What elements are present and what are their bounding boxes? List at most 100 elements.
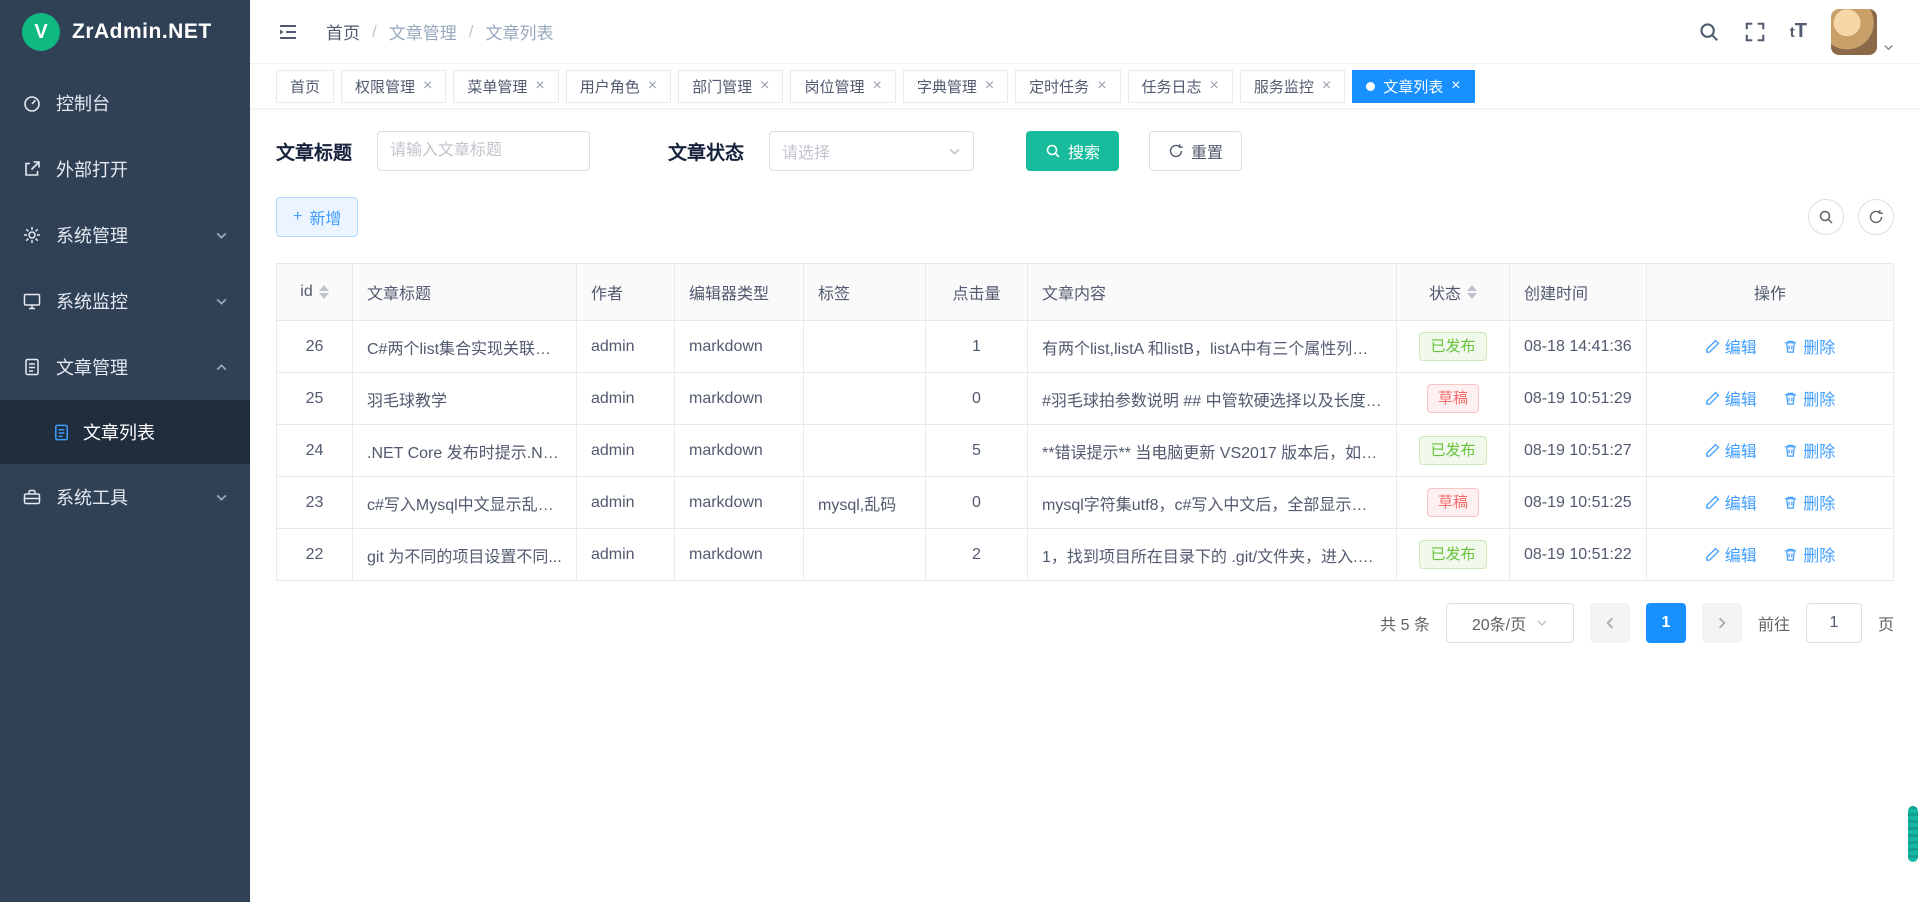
cell-author: admin xyxy=(577,477,675,529)
chevron-down-icon xyxy=(215,491,228,504)
delete-link[interactable]: 删除 xyxy=(1783,542,1835,566)
chevron-up-icon xyxy=(215,361,228,374)
monitor-icon xyxy=(22,291,42,311)
sidebar-menu: 控制台 外部打开 系统管理 系 xyxy=(0,70,250,530)
tab-menu-admin[interactable]: 菜单管理 × xyxy=(453,70,558,103)
toggle-search-icon[interactable] xyxy=(1808,199,1844,235)
sort-icon[interactable] xyxy=(319,285,329,299)
cell-content: 1，找到项目所在目录下的 .git/文件夹，进入.git/... xyxy=(1028,529,1397,581)
col-hits: 点击量 xyxy=(926,264,1028,321)
avatar[interactable] xyxy=(1831,9,1877,55)
delete-link[interactable]: 删除 xyxy=(1783,438,1835,462)
font-size-icon[interactable]: tT xyxy=(1790,20,1807,43)
sidebar-item-system-tools[interactable]: 系统工具 xyxy=(0,464,250,530)
cell-author: admin xyxy=(577,373,675,425)
delete-link[interactable]: 删除 xyxy=(1783,386,1835,410)
goto-page-input[interactable] xyxy=(1806,603,1862,643)
sidebar-item-article-list[interactable]: 文章列表 xyxy=(0,400,250,464)
next-page-button[interactable] xyxy=(1702,603,1742,643)
caret-down-icon xyxy=(1883,42,1894,55)
breadcrumb-home[interactable]: 首页 xyxy=(326,19,360,44)
delete-link[interactable]: 删除 xyxy=(1783,334,1835,358)
cell-tags xyxy=(804,529,926,581)
cell-title: 羽毛球教学 xyxy=(353,373,577,425)
close-icon[interactable]: × xyxy=(1322,78,1331,94)
edit-link[interactable]: 编辑 xyxy=(1705,542,1757,566)
cell-content: 有两个list,listA 和listB，listA中有三个属性列为St... xyxy=(1028,321,1397,373)
table-row: 22 git 为不同的项目设置不同... admin markdown 2 1，… xyxy=(277,529,1894,581)
cell-tags xyxy=(804,373,926,425)
sidebar-item-article-admin[interactable]: 文章管理 xyxy=(0,334,250,400)
cell-created: 08-19 10:51:25 xyxy=(1510,477,1647,529)
filter-row: 文章标题 文章状态 请选择 搜索 重置 xyxy=(276,131,1894,171)
tab-department[interactable]: 部门管理 × xyxy=(678,70,783,103)
fullscreen-icon[interactable] xyxy=(1744,21,1766,43)
cell-content: **错误提示** 当电脑更新 VS2017 版本后，如果... xyxy=(1028,425,1397,477)
page-unit-label: 页 xyxy=(1878,611,1894,635)
tab-service-monitor[interactable]: 服务监控 × xyxy=(1240,70,1345,103)
page-size-value: 20条/页 xyxy=(1472,611,1526,635)
main-area: 首页 / 文章管理 / 文章列表 tT xyxy=(250,0,1920,902)
gear-icon xyxy=(22,225,42,245)
sidebar-item-external[interactable]: 外部打开 xyxy=(0,136,250,202)
col-tags: 标签 xyxy=(804,264,926,321)
cell-id: 24 xyxy=(277,425,353,477)
topbar-actions: tT xyxy=(1698,9,1894,55)
close-icon[interactable]: × xyxy=(1451,78,1460,94)
tab-permission[interactable]: 权限管理 × xyxy=(341,70,446,103)
scrollbar-thumb[interactable] xyxy=(1908,806,1918,862)
edit-link[interactable]: 编辑 xyxy=(1705,386,1757,410)
close-icon[interactable]: × xyxy=(423,78,432,94)
tab-post[interactable]: 岗位管理 × xyxy=(790,70,895,103)
cell-actions: 编辑 删除 xyxy=(1647,321,1894,373)
tab-article-list[interactable]: 文章列表 × xyxy=(1352,70,1474,103)
collapse-menu-icon[interactable] xyxy=(276,20,300,44)
search-icon[interactable] xyxy=(1698,21,1720,43)
tab-label: 服务监控 xyxy=(1254,76,1314,97)
edit-link[interactable]: 编辑 xyxy=(1705,490,1757,514)
edit-link[interactable]: 编辑 xyxy=(1705,438,1757,462)
pagination: 共 5 条 20条/页 1 前往 页 xyxy=(276,603,1894,643)
tab-task-log[interactable]: 任务日志 × xyxy=(1128,70,1233,103)
prev-page-button[interactable] xyxy=(1590,603,1630,643)
delete-link[interactable]: 删除 xyxy=(1783,490,1835,514)
sidebar-item-system-admin[interactable]: 系统管理 xyxy=(0,202,250,268)
article-title-input[interactable] xyxy=(377,131,590,171)
close-icon[interactable]: × xyxy=(872,78,881,94)
tab-user-role[interactable]: 用户角色 × xyxy=(566,70,671,103)
app-title: ZrAdmin.NET xyxy=(72,20,212,44)
user-menu[interactable] xyxy=(1831,9,1894,55)
cell-content: #羽毛球拍参数说明 ## 中管软硬选择以及长度介... xyxy=(1028,373,1397,425)
tab-label: 文章列表 xyxy=(1383,76,1443,97)
breadcrumb-article-admin[interactable]: 文章管理 xyxy=(389,19,457,44)
chevron-down-icon xyxy=(215,229,228,242)
article-status-select[interactable]: 请选择 xyxy=(769,131,974,171)
close-icon[interactable]: × xyxy=(1097,78,1106,94)
page-size-select[interactable]: 20条/页 xyxy=(1446,603,1574,643)
sidebar-item-system-monitor[interactable]: 系统监控 xyxy=(0,268,250,334)
close-icon[interactable]: × xyxy=(535,78,544,94)
tab-dictionary[interactable]: 字典管理 × xyxy=(903,70,1008,103)
close-icon[interactable]: × xyxy=(985,78,994,94)
add-button[interactable]: + 新增 xyxy=(276,197,358,237)
cell-content: mysql字符集utf8，c#写入中文后，全部显示成? ... xyxy=(1028,477,1397,529)
tab-scheduled-task[interactable]: 定时任务 × xyxy=(1015,70,1120,103)
close-icon[interactable]: × xyxy=(1210,78,1219,94)
close-icon[interactable]: × xyxy=(648,78,657,94)
tab-home[interactable]: 首页 xyxy=(276,70,334,103)
cell-author: admin xyxy=(577,529,675,581)
reset-button[interactable]: 重置 xyxy=(1149,131,1242,171)
cell-author: admin xyxy=(577,321,675,373)
cell-editor: markdown xyxy=(675,321,804,373)
cell-created: 08-19 10:51:29 xyxy=(1510,373,1647,425)
edit-link[interactable]: 编辑 xyxy=(1705,334,1757,358)
search-button[interactable]: 搜索 xyxy=(1026,131,1119,171)
document-icon xyxy=(52,423,71,442)
page-number-active[interactable]: 1 xyxy=(1646,603,1686,643)
app-root: V ZrAdmin.NET 控制台 外部打开 系统管理 xyxy=(0,0,1920,902)
refresh-icon[interactable] xyxy=(1858,199,1894,235)
close-icon[interactable]: × xyxy=(760,78,769,94)
sidebar-item-dashboard[interactable]: 控制台 xyxy=(0,70,250,136)
sort-icon[interactable] xyxy=(1467,285,1477,299)
select-placeholder: 请选择 xyxy=(782,139,830,163)
